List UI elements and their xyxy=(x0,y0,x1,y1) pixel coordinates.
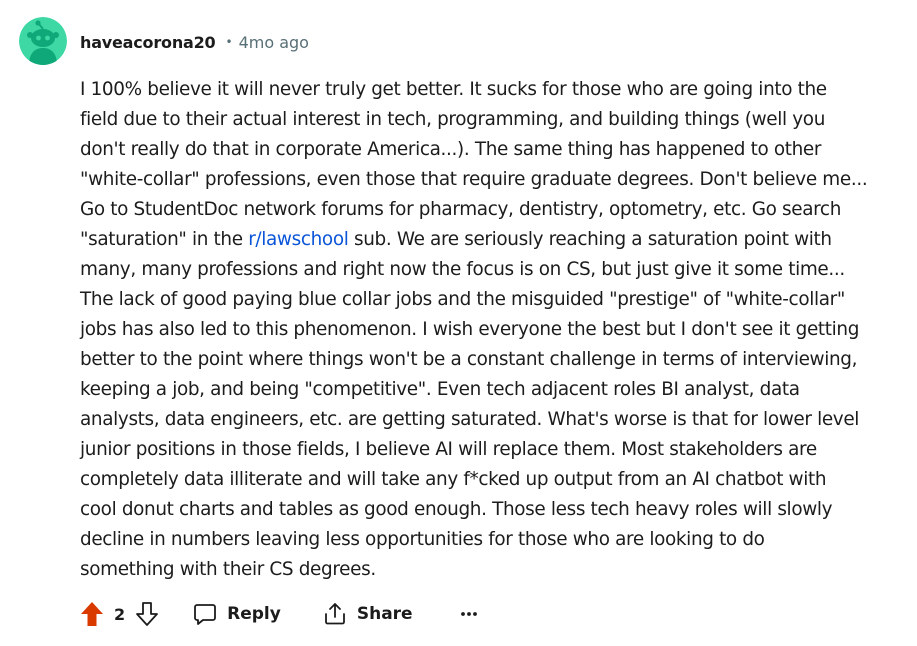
upvote-arrow-icon xyxy=(81,602,103,626)
speech-bubble-icon xyxy=(193,602,217,626)
comment-line: decline in numbers leaving less opportun… xyxy=(80,529,765,550)
share-label: Share xyxy=(356,604,413,624)
comment-body: I 100% believe it will never truly get b… xyxy=(80,75,900,585)
ellipsis-icon xyxy=(460,612,477,616)
meta-separator: • xyxy=(225,35,233,49)
downvote-arrow-icon xyxy=(136,602,159,626)
upvote-button[interactable] xyxy=(78,598,106,630)
comment-meta: haveacorona20 • 4mo ago xyxy=(80,30,309,54)
comment-line: "white-collar" professions, even those t… xyxy=(80,169,868,190)
vote-score: 2 xyxy=(114,604,126,624)
comment-line: many, many professions and right now the… xyxy=(80,259,845,280)
comment-line: I 100% believe it will never truly get b… xyxy=(80,79,827,100)
downvote-button[interactable] xyxy=(133,598,161,630)
username-link[interactable]: haveacorona20 xyxy=(80,33,216,52)
reply-button[interactable]: Reply xyxy=(193,598,281,630)
comment-line: Go to StudentDoc network forums for phar… xyxy=(80,199,842,220)
comment-actions: 2 Reply Share xyxy=(78,598,481,630)
comment-line: don't really do that in corporate Americ… xyxy=(80,139,822,160)
share-arrow-icon xyxy=(323,602,347,626)
subreddit-link[interactable]: r/lawschool xyxy=(248,229,349,250)
comment-line-part: "saturation" in the xyxy=(80,229,249,250)
more-options-button[interactable] xyxy=(457,598,481,630)
user-avatar[interactable] xyxy=(19,17,67,65)
reply-label: Reply xyxy=(227,604,281,624)
comment: haveacorona20 • 4mo ago I 100% believe i… xyxy=(0,0,917,646)
comment-line: completely data illiterate and will take… xyxy=(80,469,827,490)
comment-line: better to the point where things won't b… xyxy=(80,349,858,370)
comment-timestamp[interactable]: 4mo ago xyxy=(239,33,309,52)
comment-line: junior positions in those fields, I beli… xyxy=(80,439,817,460)
comment-line: analysts, data engineers, etc. are getti… xyxy=(80,409,860,430)
comment-line: cool donut charts and tables as good eno… xyxy=(80,499,833,520)
comment-line: The lack of good paying blue collar jobs… xyxy=(80,289,845,310)
comment-line: field due to their actual interest in te… xyxy=(80,109,826,130)
comment-line: keeping a job, and being "competitive". … xyxy=(80,379,800,400)
comment-line: something with their CS degrees. xyxy=(80,559,376,580)
share-button[interactable]: Share xyxy=(323,598,413,630)
comment-line: "saturation" in the r/lawschool sub. We … xyxy=(80,225,900,255)
comment-line: jobs has also led to this phenomenon. I … xyxy=(80,319,860,340)
comment-line-part: sub. We are seriously reaching a saturat… xyxy=(348,229,832,250)
reddit-snoo-avatar-icon xyxy=(19,17,67,65)
